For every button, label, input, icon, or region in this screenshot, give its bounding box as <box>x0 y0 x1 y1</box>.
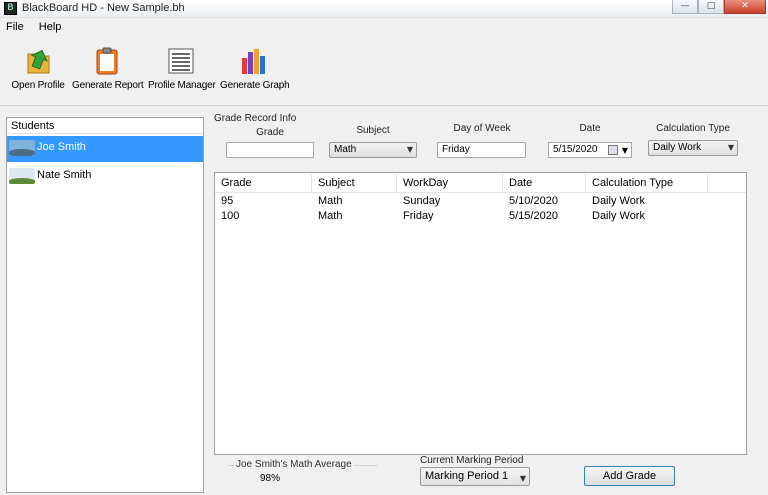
add-grade-button[interactable]: Add Grade <box>584 466 675 486</box>
average-value: 98% <box>260 473 281 484</box>
grade-input[interactable] <box>226 142 314 158</box>
student-item-joe-smith[interactable]: Joe Smith <box>7 136 203 162</box>
toolbar: Open Profile Generate Report Profile Man… <box>0 36 768 106</box>
column-header-subject[interactable]: Subject <box>312 173 397 193</box>
app-icon: B <box>4 2 17 15</box>
profile-manager-button[interactable]: Profile Manager <box>148 46 216 91</box>
chevron-down-icon: ▼ <box>727 143 734 152</box>
day-of-week-input[interactable]: Friday <box>437 142 526 158</box>
marking-period-value: Marking Period 1 <box>425 470 509 482</box>
minimize-button[interactable]: — <box>672 0 698 14</box>
cell-subject: Math <box>318 195 343 207</box>
date-label: Date <box>579 123 601 134</box>
student-avatar <box>9 140 35 156</box>
students-list[interactable]: Students Joe Smith Nate Smith <box>6 117 204 493</box>
chevron-down-icon: ▼ <box>406 145 413 154</box>
cell-grade: 100 <box>221 210 240 222</box>
window-title: BlackBoard HD - New Sample.bh <box>22 2 185 14</box>
subject-value: Math <box>334 144 357 155</box>
open-profile-icon <box>27 49 50 74</box>
generate-graph-button[interactable]: Generate Graph <box>220 46 290 91</box>
cell-calculation-type: Daily Work <box>592 195 645 207</box>
menu-bar: File Help <box>0 18 768 36</box>
average-label: Joe Smith's Math Average <box>234 459 354 470</box>
generate-graph-label: Generate Graph <box>220 80 290 91</box>
student-name: Joe Smith <box>37 141 86 153</box>
bar-chart-icon <box>242 49 265 74</box>
cell-date: 5/15/2020 <box>509 210 558 222</box>
average-group: Joe Smith's Math Average 98% <box>228 459 380 489</box>
table-header: Grade Subject WorkDay Date Calculation T… <box>215 173 746 193</box>
menu-help[interactable]: Help <box>33 18 68 33</box>
maximize-button[interactable]: □ <box>698 0 724 14</box>
title-bar: B BlackBoard HD - New Sample.bh — □ ✕ <box>0 0 768 18</box>
marking-period-select[interactable]: Marking Period 1 ▼ <box>420 467 530 486</box>
subject-label: Subject <box>356 125 390 136</box>
calendar-icon <box>608 145 618 155</box>
cell-grade: 95 <box>221 195 234 207</box>
students-header: Students <box>7 118 203 134</box>
grade-label: Grade <box>256 127 284 138</box>
list-icon <box>168 48 194 74</box>
open-profile-label: Open Profile <box>11 80 65 91</box>
cell-subject: Math <box>318 210 343 222</box>
date-picker[interactable]: 5/15/2020 ▼ <box>548 142 632 158</box>
generate-report-button[interactable]: Generate Report <box>72 46 144 91</box>
column-header-calculation-type[interactable]: Calculation Type <box>586 173 708 193</box>
cell-workday: Friday <box>403 210 434 222</box>
column-header-grade[interactable]: Grade <box>215 173 312 193</box>
student-item-nate-smith[interactable]: Nate Smith <box>7 164 203 190</box>
menu-file[interactable]: File <box>0 18 30 33</box>
cell-workday: Sunday <box>403 195 441 207</box>
student-avatar <box>9 168 35 184</box>
profile-manager-label: Profile Manager <box>148 80 216 91</box>
window-controls: — □ ✕ <box>672 0 766 14</box>
close-button[interactable]: ✕ <box>724 0 766 14</box>
column-header-date[interactable]: Date <box>503 173 586 193</box>
cell-date: 5/10/2020 <box>509 195 558 207</box>
cell-calculation-type: Daily Work <box>592 210 645 222</box>
marking-period-label: Current Marking Period <box>420 455 524 466</box>
open-profile-button[interactable]: Open Profile <box>10 46 66 91</box>
clipboard-icon <box>96 47 118 75</box>
calculation-type-select[interactable]: Daily Work ▼ <box>648 140 738 156</box>
student-name: Nate Smith <box>37 169 92 181</box>
calculation-type-label: Calculation Type <box>656 123 730 134</box>
table-row[interactable]: 100 Math Friday 5/15/2020 Daily Work <box>215 209 746 224</box>
chevron-down-icon: ▼ <box>621 146 628 155</box>
subject-select[interactable]: Math ▼ <box>329 142 417 158</box>
grade-record-group-label: Grade Record Info <box>214 113 297 124</box>
date-value: 5/15/2020 <box>553 144 598 155</box>
column-header-workday[interactable]: WorkDay <box>397 173 503 193</box>
chevron-down-icon: ▼ <box>519 474 526 483</box>
grades-table[interactable]: Grade Subject WorkDay Date Calculation T… <box>214 172 747 455</box>
calculation-type-value: Daily Work <box>653 142 702 153</box>
day-of-week-label: Day of Week <box>453 123 511 134</box>
generate-report-label: Generate Report <box>72 80 144 91</box>
table-row[interactable]: 95 Math Sunday 5/10/2020 Daily Work <box>215 194 746 209</box>
